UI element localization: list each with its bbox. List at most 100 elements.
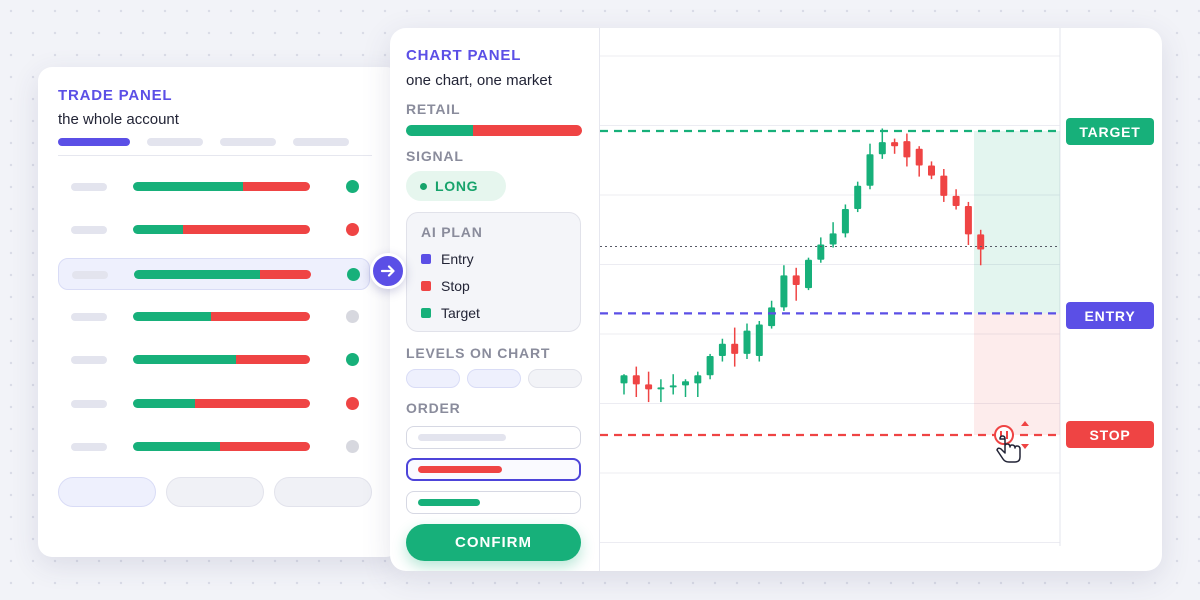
- tab-3[interactable]: [220, 138, 276, 146]
- row-green-segment: [134, 269, 260, 279]
- candle-body: [743, 330, 751, 354]
- candle-body: [841, 209, 849, 234]
- target-level-tag[interactable]: TARGET: [1066, 118, 1154, 145]
- candle-body: [731, 343, 739, 354]
- trade-row[interactable]: [58, 257, 370, 290]
- candle-body: [645, 384, 653, 390]
- candle-body: [940, 175, 948, 196]
- chart-panel: CHART PANEL one chart, one market RETAIL…: [390, 28, 1162, 571]
- candle-body: [977, 234, 985, 250]
- row-status-dot-icon: [346, 223, 359, 237]
- trade-panel-header: TRADE PANEL the whole account: [58, 87, 179, 128]
- candle-body: [780, 275, 788, 308]
- candle-body: [632, 375, 640, 385]
- target-square-icon: [421, 308, 431, 318]
- chart-panel-subtitle: one chart, one market: [406, 72, 552, 89]
- trade-panel-button-1[interactable]: [58, 477, 156, 507]
- order-field-target[interactable]: [406, 491, 581, 514]
- row-green-segment: [133, 441, 220, 451]
- row-label-placeholder: [71, 226, 107, 235]
- candle-body: [706, 355, 714, 376]
- row-ratio-bar: [133, 441, 310, 451]
- trade-row[interactable]: [58, 301, 370, 333]
- arrow-right-icon: [380, 265, 395, 277]
- row-status-dot-icon: [346, 353, 359, 367]
- candle-body: [657, 387, 665, 390]
- candle-body: [928, 165, 935, 176]
- retail-long-segment: [406, 125, 473, 136]
- row-label-placeholder: [71, 312, 107, 321]
- trade-row[interactable]: [58, 214, 370, 246]
- tab-2[interactable]: [147, 138, 203, 146]
- trade-row[interactable]: [58, 388, 370, 420]
- level-toggle-2[interactable]: [467, 369, 521, 388]
- tab-1[interactable]: [58, 138, 130, 146]
- candle-body: [878, 142, 886, 155]
- row-ratio-bar: [133, 355, 310, 365]
- drag-down-icon: [1021, 444, 1029, 449]
- row-red-segment: [219, 441, 310, 451]
- risk-zone: [974, 313, 1060, 435]
- confirm-button[interactable]: CONFIRM: [406, 524, 581, 561]
- stop-level-tag[interactable]: STOP: [1066, 421, 1154, 448]
- trade-row[interactable]: [58, 431, 370, 463]
- candle-body: [903, 141, 911, 158]
- row-label-placeholder: [71, 356, 107, 365]
- candle-body: [694, 375, 702, 384]
- order-label: ORDER: [406, 400, 461, 416]
- signal-dot-icon: [420, 182, 427, 190]
- row-red-segment: [182, 225, 310, 235]
- trade-panel-button-2[interactable]: [166, 477, 264, 507]
- candle-body: [964, 205, 972, 235]
- field-value-target: [418, 499, 480, 506]
- row-ratio-bar: [133, 311, 310, 321]
- row-green-segment: [133, 311, 211, 321]
- signal-badge: LONG: [406, 171, 506, 201]
- row-green-segment: [133, 398, 195, 408]
- divider: [58, 155, 372, 156]
- candle-body: [669, 385, 677, 388]
- candle-body: [792, 275, 800, 286]
- row-green-segment: [133, 182, 243, 191]
- row-status-dot-icon: [347, 267, 360, 281]
- candle-body: [768, 307, 776, 327]
- row-label-placeholder: [71, 399, 107, 408]
- row-ratio-bar: [133, 398, 310, 408]
- ai-plan-box: AI PLAN Entry Stop Target: [406, 212, 581, 332]
- signal-value: LONG: [435, 178, 479, 194]
- order-field-entry[interactable]: [406, 426, 581, 449]
- field-value-stop: [418, 466, 502, 473]
- trade-row[interactable]: [58, 171, 370, 203]
- row-status-dot-icon: [346, 439, 359, 453]
- retail-sentiment-bar: [406, 125, 582, 136]
- order-field-stop[interactable]: [406, 458, 581, 481]
- ai-plan-label: Entry: [441, 251, 474, 267]
- candle-body: [829, 233, 837, 245]
- entry-level-tag[interactable]: ENTRY: [1066, 302, 1154, 329]
- trade-row[interactable]: [58, 344, 370, 376]
- field-placeholder: [418, 434, 506, 441]
- level-toggle-1[interactable]: [406, 369, 460, 388]
- trade-panel-button-3[interactable]: [274, 477, 372, 507]
- reward-zone: [974, 131, 1060, 314]
- trade-panel-subtitle: the whole account: [58, 111, 179, 128]
- row-status-dot-icon: [346, 309, 359, 323]
- candle-body: [915, 148, 923, 166]
- row-ratio-bar: [133, 225, 310, 235]
- ai-plan-label: Target: [441, 305, 480, 321]
- trade-panel-tabs: [58, 138, 349, 146]
- tab-4[interactable]: [293, 138, 349, 146]
- chart-area: [600, 28, 1162, 571]
- signal-label: SIGNAL: [406, 148, 464, 164]
- level-toggle-3[interactable]: [528, 369, 582, 388]
- row-red-segment: [259, 269, 311, 279]
- candle-body: [854, 185, 862, 210]
- candle-body: [620, 375, 628, 384]
- row-status-dot-icon: [346, 180, 359, 193]
- trade-panel-title: TRADE PANEL: [58, 87, 173, 104]
- chart-panel-sidebar: CHART PANEL one chart, one market RETAIL…: [390, 28, 600, 571]
- entry-square-icon: [421, 254, 431, 264]
- row-ratio-bar: [133, 182, 310, 191]
- open-chart-button[interactable]: [370, 253, 406, 289]
- trade-panel: TRADE PANEL the whole account: [38, 67, 400, 557]
